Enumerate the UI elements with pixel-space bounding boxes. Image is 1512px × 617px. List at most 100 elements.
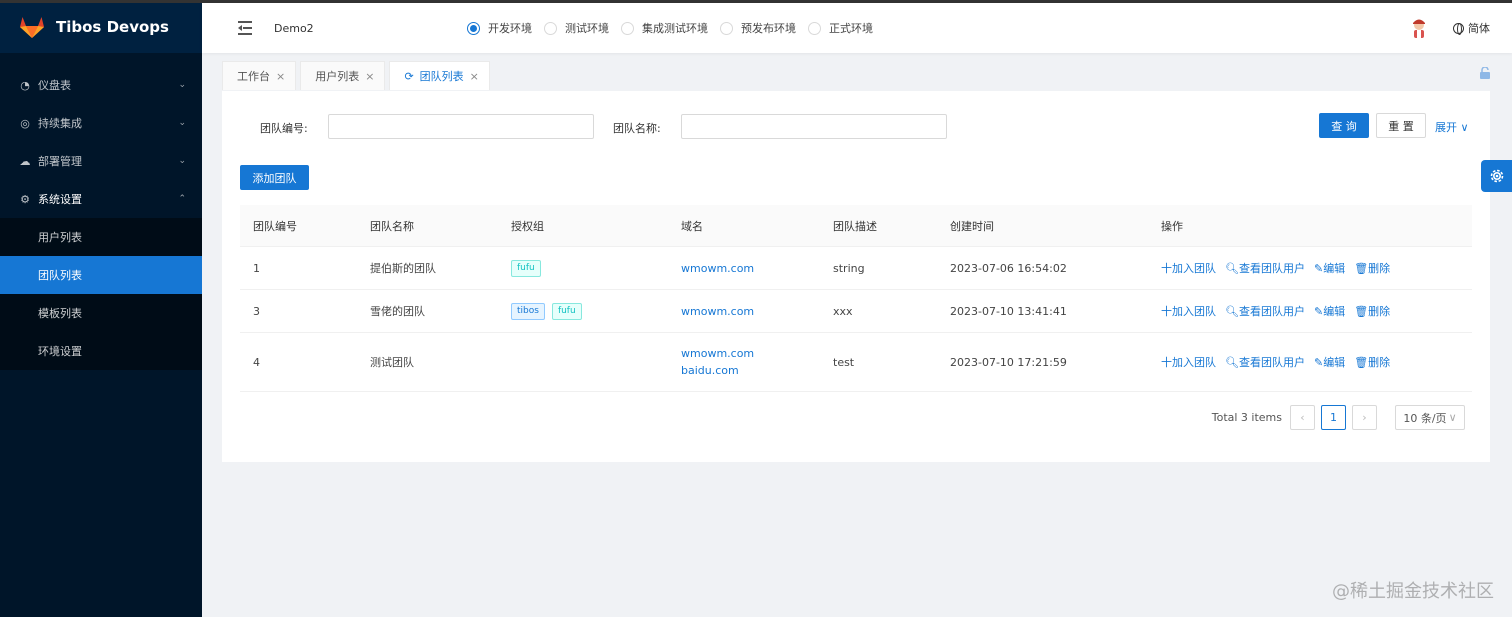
search-icon: 🔍︎ [1225,356,1239,369]
sidebar-item-settings[interactable]: ⚙ 系统设置 ⌃ [0,180,202,218]
tab-label: 团队列表 [419,70,464,83]
row-actions: 十加入团队 🔍︎查看团队用户 ✎编辑 🗑︎删除 [1148,303,1472,319]
team-desc: string [833,261,865,275]
sidebar-item-dashboard[interactable]: ◔ 仪盘表 ⌄ [0,66,202,104]
edit-link[interactable]: ✎编辑 [1314,356,1345,369]
sidebar: Tibos Devops ◔ 仪盘表 ⌄ ◎ 持续集成 ⌄ ☁ 部署管理 ⌄ ⚙… [0,0,1512,617]
action-label: 删除 [1368,262,1391,275]
sidebar-item-templates[interactable]: 模板列表 [0,294,202,332]
sidebar-item-label: 仪盘表 [38,79,71,92]
team-id: 3 [253,304,260,318]
reload-icon[interactable]: ⟳ [404,70,413,83]
view-team-users-link[interactable]: 🔍︎查看团队用户 [1225,305,1305,318]
domains: wmowm.com baidu.com [668,345,820,379]
team-name-label: 团队名称: [613,122,661,135]
join-team-link[interactable]: 十加入团队 [1161,305,1216,318]
action-label: 查看团队用户 [1238,356,1305,369]
pagination: Total 3 items ‹ 1 › 10 条/页 ∨ [1212,405,1465,430]
tab-label: 工作台 [237,70,270,83]
sidebar-item-deploy[interactable]: ☁ 部署管理 ⌄ [0,142,202,180]
edit-link[interactable]: ✎编辑 [1314,262,1345,275]
menu-fold-icon[interactable] [238,21,256,35]
env-option-prerelease[interactable]: 预发布环境 [720,20,796,36]
column-header: 操作 [1161,219,1183,233]
chevron-down-icon: ∨ [1460,121,1469,134]
sidebar-item-label: 系统设置 [38,193,82,206]
edit-icon: ✎ [1313,356,1324,369]
page-number[interactable]: 1 [1321,405,1346,430]
sidebar-item-users[interactable]: 用户列表 [0,218,202,256]
gear-icon [1490,169,1503,183]
language-switch[interactable]: 简体 [1453,20,1490,36]
chevron-down-icon: ⌄ [178,156,186,166]
column-header: 团队编号 [253,219,297,233]
avatar[interactable] [1410,18,1428,38]
lock-icon[interactable] [1479,67,1491,79]
tab-workbench[interactable]: 工作台 × [222,61,297,90]
close-icon[interactable]: × [365,70,374,83]
delete-link[interactable]: 🗑︎删除 [1354,262,1390,275]
settings-drawer-button[interactable] [1481,160,1512,192]
column-header: 授权组 [511,219,544,233]
view-team-users-link[interactable]: 🔍︎查看团队用户 [1225,262,1305,275]
language-label: 简体 [1468,22,1490,35]
query-button[interactable]: 查 询 [1319,113,1369,138]
delete-link[interactable]: 🗑︎删除 [1354,356,1390,369]
delete-link[interactable]: 🗑︎删除 [1354,305,1390,318]
team-id: 4 [253,355,260,369]
tab-user-list[interactable]: 用户列表 × [300,61,386,90]
domain-link[interactable]: baidu.com [681,362,820,379]
join-team-link[interactable]: 十加入团队 [1161,262,1216,275]
page-tabs: 工作台 × 用户列表 × ⟳ 团队列表 × [222,61,494,90]
row-actions: 十加入团队 🔍︎查看团队用户 ✎编辑 🗑︎删除 [1148,354,1472,370]
env-option-prod[interactable]: 正式环境 [808,20,873,36]
env-label: 正式环境 [829,22,873,35]
sidebar-item-teams[interactable]: 团队列表 [0,256,202,294]
action-label: 查看团队用户 [1238,305,1305,318]
radio-checked-icon [467,21,480,35]
reset-button[interactable]: 重 置 [1376,113,1426,138]
team-name-input[interactable] [681,114,947,139]
team-no-input[interactable] [328,114,594,139]
table-row: 3 雪佬的团队 tibos fufu wmowm.com xxx 2023-07-… [240,290,1472,333]
created-time: 2023-07-10 13:41:41 [950,304,1067,318]
prev-page-button[interactable]: ‹ [1290,405,1315,430]
page-size-select[interactable]: 10 条/页 ∨ [1395,405,1465,430]
chevron-down-icon: ∨ [1448,411,1457,424]
env-label: 开发环境 [488,22,532,35]
column-header: 域名 [681,219,703,233]
env-option-test[interactable]: 测试环境 [544,20,609,36]
top-header: Demo2 开发环境 测试环境 集成测试环境 预发布环境 正式环境 简体 [202,3,1512,53]
action-label: 编辑 [1323,356,1346,369]
domain-link[interactable]: wmowm.com [681,303,820,320]
sidebar-item-env-settings[interactable]: 环境设置 [0,332,202,370]
join-team-link[interactable]: 十加入团队 [1161,356,1216,369]
environment-selector: 开发环境 测试环境 集成测试环境 预发布环境 正式环境 [467,3,885,53]
chevron-down-icon: ⌄ [178,118,186,128]
action-label: 删除 [1368,356,1391,369]
sidebar-item-ci[interactable]: ◎ 持续集成 ⌄ [0,104,202,142]
expand-toggle[interactable]: 展开 ∨ [1435,119,1469,135]
edit-link[interactable]: ✎编辑 [1314,305,1345,318]
dashboard-icon: ◔ [20,78,30,92]
trash-icon: 🗑︎ [1354,262,1369,275]
view-team-users-link[interactable]: 🔍︎查看团队用户 [1225,356,1305,369]
table-row: 1 提伯斯的团队 fufu wmowm.com string 2023-07-0… [240,247,1472,290]
logo[interactable]: Tibos Devops [0,0,202,53]
created-time: 2023-07-10 17:21:59 [950,355,1067,369]
search-icon: 🔍︎ [1225,305,1239,318]
team-name: 测试团队 [370,356,414,369]
close-icon[interactable]: × [470,70,479,83]
tab-team-list[interactable]: ⟳ 团队列表 × [389,61,490,90]
domain-link[interactable]: wmowm.com [681,345,820,362]
add-team-button[interactable]: 添加团队 [240,165,309,190]
project-name[interactable]: Demo2 [274,22,314,35]
env-option-integration[interactable]: 集成测试环境 [621,20,708,36]
close-icon[interactable]: × [276,70,285,83]
env-option-dev[interactable]: 开发环境 [467,20,532,36]
domain-link[interactable]: wmowm.com [681,260,820,277]
chevron-down-icon: ⌄ [178,80,186,90]
next-page-button[interactable]: › [1352,405,1377,430]
expand-label: 展开 [1435,121,1457,134]
team-desc: xxx [833,304,853,318]
